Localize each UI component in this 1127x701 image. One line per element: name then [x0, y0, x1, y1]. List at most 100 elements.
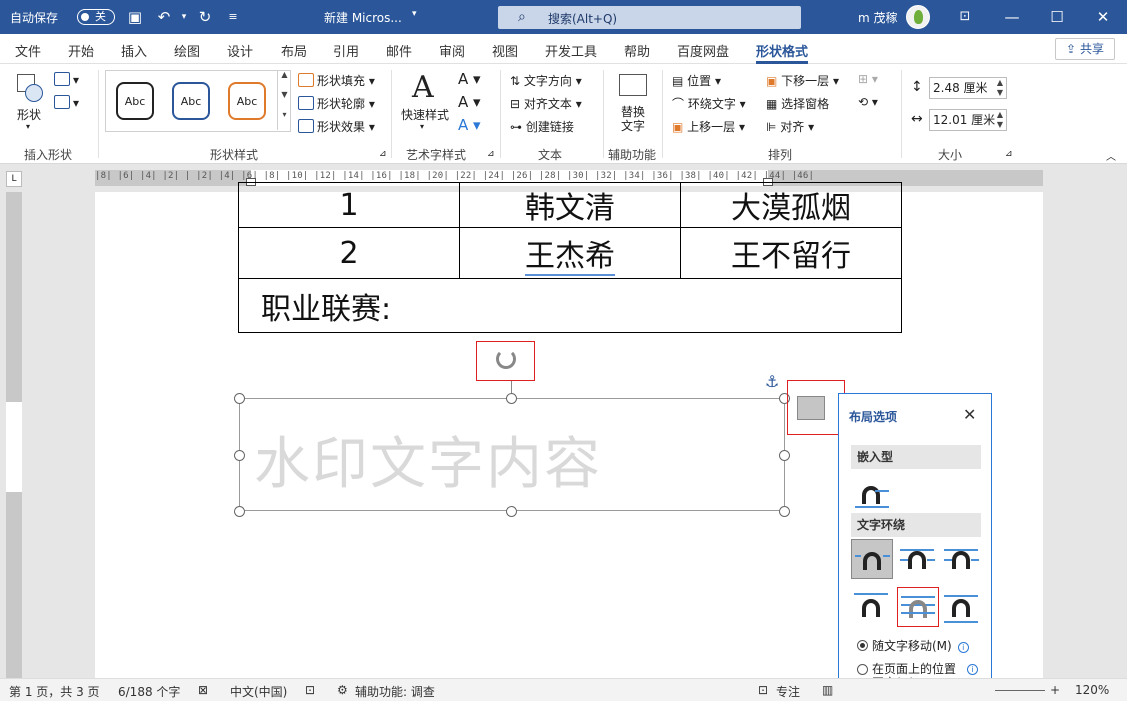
gallery-more-icon[interactable]: ▾ [277, 110, 291, 130]
share-button[interactable]: ⇪ 共享 [1055, 38, 1115, 60]
ribbon-display-icon[interactable]: ⊡ [956, 8, 974, 26]
layout-options-icon[interactable] [797, 396, 825, 420]
autosave-toggle[interactable]: 关 [77, 9, 115, 25]
quick-styles-dropdown-icon[interactable]: ▾ [420, 122, 424, 131]
text-fill-icon[interactable]: A ▾ [458, 70, 481, 88]
text-outline-icon[interactable]: A ▾ [458, 93, 481, 111]
table-cell[interactable]: 韩文清 [459, 182, 681, 228]
maximize-icon[interactable]: ☐ [1048, 8, 1066, 26]
redo-icon[interactable]: ↻ [196, 8, 214, 26]
shape-style-2[interactable]: Abc [172, 82, 210, 120]
zoom-level[interactable]: 120% [1075, 683, 1109, 697]
roster-table[interactable]: 1 韩文清 大漠孤烟 2 王杰希 王不留行 职业联赛: [238, 182, 902, 333]
focus-icon[interactable]: ⊡ [758, 683, 768, 697]
zoom-in-icon[interactable]: + [1050, 683, 1060, 697]
resize-handle[interactable] [234, 393, 245, 404]
wrap-square-option[interactable] [851, 539, 893, 579]
close-icon[interactable]: ✕ [963, 405, 976, 424]
undo-icon[interactable]: ↶ [155, 8, 173, 26]
tab-references[interactable]: 引用 [333, 41, 359, 60]
watermark-text-box[interactable]: 水印文字内容 [239, 398, 785, 511]
search-box[interactable]: ⌕ 搜索(Alt+Q) [498, 6, 801, 29]
wrap-in-front-option[interactable] [941, 587, 983, 627]
focus-mode[interactable]: 专注 [776, 683, 800, 700]
tab-design[interactable]: 设计 [227, 41, 253, 60]
tab-selector[interactable]: L [6, 171, 22, 187]
resize-handle[interactable] [779, 450, 790, 461]
user-name[interactable]: m 茂稼 [858, 9, 898, 26]
language[interactable]: 中文(中国) [230, 683, 287, 700]
tab-draw[interactable]: 绘图 [174, 41, 200, 60]
dialog-launcher-icon[interactable]: ⊿ [379, 149, 387, 159]
create-link-button[interactable]: ⊶ 创建链接 [510, 118, 574, 135]
wrap-top-bottom-option[interactable] [851, 587, 893, 627]
alt-text-label[interactable]: 替换文字 [621, 105, 649, 133]
wordart-icon[interactable]: A [412, 70, 434, 105]
table-cell[interactable]: 1 [238, 182, 460, 228]
table-cell[interactable]: 2 [238, 227, 460, 279]
move-with-text-option[interactable]: 随文字移动(M) i [857, 637, 969, 654]
resize-handle[interactable] [506, 506, 517, 517]
macro-icon[interactable]: ⊡ [305, 683, 315, 697]
tab-mailings[interactable]: 邮件 [386, 41, 412, 60]
title-caret[interactable]: ▾ [412, 9, 417, 19]
zoom-slider[interactable] [995, 690, 1045, 691]
tab-review[interactable]: 审阅 [439, 41, 465, 60]
dialog-launcher-icon[interactable]: ⊿ [1005, 149, 1013, 159]
resize-handle[interactable] [234, 450, 245, 461]
document-title[interactable]: 新建 Micros... [324, 9, 402, 26]
word-count[interactable]: 6/188 个字 [118, 683, 180, 700]
dialog-launcher-icon[interactable]: ⊿ [487, 149, 495, 159]
tab-insert[interactable]: 插入 [121, 41, 147, 60]
gallery-up-icon[interactable]: ▲ [277, 70, 291, 90]
proofing-icon[interactable]: ⊠ [198, 683, 208, 697]
undo-dropdown-icon[interactable]: ▾ [175, 8, 193, 26]
wrap-through-option[interactable] [941, 539, 983, 579]
tab-home[interactable]: 开始 [68, 41, 94, 60]
text-direction-button[interactable]: ⇅ 文字方向 ▾ [510, 72, 582, 89]
vertical-ruler[interactable] [6, 192, 22, 678]
align-text-button[interactable]: ⊟ 对齐文本 ▾ [510, 95, 582, 112]
table-cell[interactable]: 王不留行 [680, 227, 902, 279]
minimize-icon[interactable]: — [1003, 8, 1021, 26]
wrap-text-button[interactable]: ⌒ 环绕文字 ▾ [672, 95, 746, 112]
read-mode-icon[interactable]: ▥ [822, 683, 833, 697]
wrap-behind-text-option[interactable] [897, 587, 939, 627]
gallery-down-icon[interactable]: ▼ [277, 90, 291, 110]
send-backward-button[interactable]: ▣ 下移一层 ▾ [766, 72, 839, 89]
align-button[interactable]: ⊫ 对齐 ▾ [766, 118, 814, 135]
tab-shape-format[interactable]: 形状格式 [756, 41, 809, 64]
shape-height-input[interactable]: 2.48 厘米 ▲ ▼ [929, 77, 1007, 99]
group-icon[interactable]: ⊞ ▾ [858, 72, 878, 86]
bring-forward-button[interactable]: ▣ 上移一层 ▾ [672, 118, 745, 135]
quick-styles-label[interactable]: 快速样式 [401, 106, 449, 123]
shape-outline-button[interactable]: 形状轮廓 ▾ [298, 95, 375, 112]
shape-effects-button[interactable]: 形状效果 ▾ [298, 118, 375, 135]
tab-baidu-netdisk[interactable]: 百度网盘 [677, 41, 729, 60]
shape-width-input[interactable]: 12.01 厘米 ▲ ▼ [929, 109, 1007, 131]
resize-handle[interactable] [779, 506, 790, 517]
resize-handle[interactable] [506, 393, 517, 404]
shape-fill-button[interactable]: 形状填充 ▾ [298, 72, 375, 89]
edit-shape-icon[interactable]: ▾ [54, 72, 79, 87]
league-cell[interactable]: 职业联赛: [238, 278, 902, 333]
wrap-tight-option[interactable] [897, 539, 939, 579]
shape-style-1[interactable]: Abc [116, 82, 154, 120]
table-cell[interactable]: 王杰希 [459, 227, 681, 279]
accessibility-icon[interactable]: ⚙ [337, 683, 348, 697]
rotate-icon[interactable]: ⟲ ▾ [858, 95, 878, 109]
collapse-ribbon-icon[interactable]: ︿ [1106, 148, 1116, 163]
accessibility-status[interactable]: 辅助功能: 调查 [355, 683, 435, 700]
text-box-icon[interactable]: ▾ [54, 95, 79, 110]
text-effects-icon[interactable]: A ▾ [458, 116, 481, 134]
resize-handle[interactable] [234, 506, 245, 517]
shapes-button[interactable] [15, 72, 45, 106]
selection-pane-button[interactable]: ▦ 选择窗格 [766, 95, 829, 112]
page-count[interactable]: 第 1 页，共 3 页 [9, 683, 100, 700]
save-icon[interactable]: ▣ [126, 8, 144, 26]
rotate-handle-icon[interactable] [496, 349, 516, 369]
tab-file[interactable]: 文件 [15, 41, 41, 60]
position-button[interactable]: ▤ 位置 ▾ [672, 72, 721, 89]
shape-style-3[interactable]: Abc [228, 82, 266, 120]
wrap-inline-option[interactable] [851, 474, 893, 514]
